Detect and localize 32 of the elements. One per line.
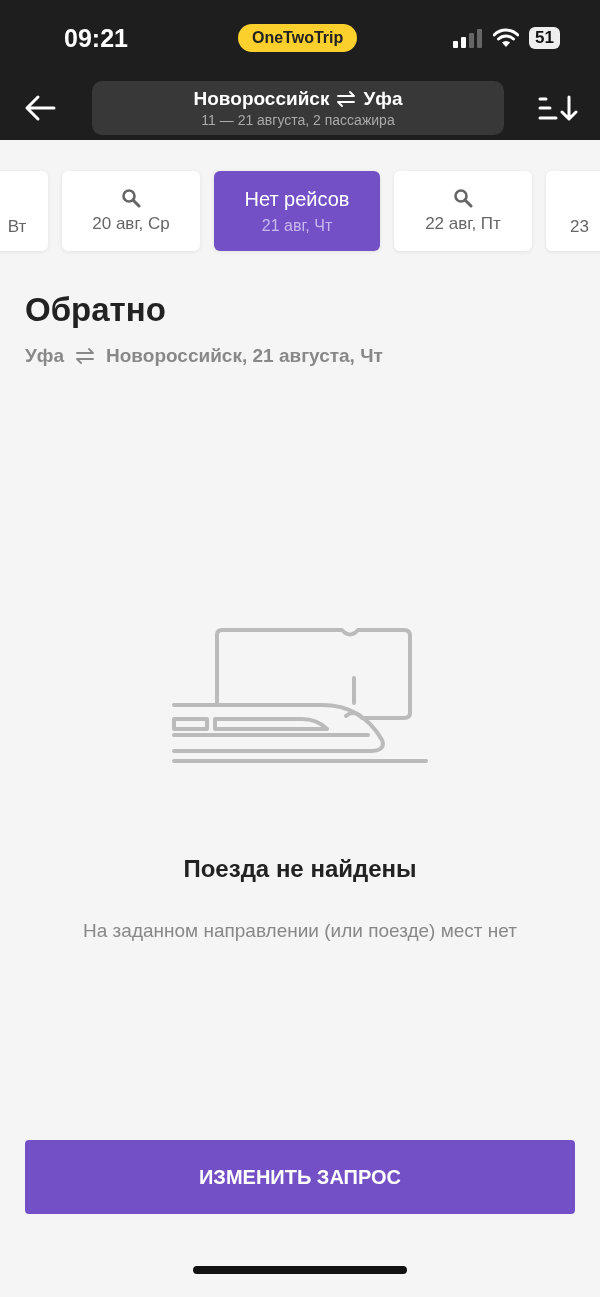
battery-level: 51 [529,27,560,49]
date-tab[interactable]: Нет рейсов 21 авг, Чт [214,171,380,251]
wifi-icon [493,28,520,48]
back-arrow-icon [24,94,56,122]
empty-state-message: На заданном направлении (или поезде) мест нет [82,919,518,943]
route-origin: Новороссийск [193,88,330,110]
swap-arrows-icon [335,91,358,107]
route-origin: Уфа [25,345,64,367]
sort-button[interactable] [538,94,578,122]
date-tab[interactable]: 22 авг, Пт [394,171,532,251]
tab-date: Вт [7,217,27,237]
tab-date: 20 авг, Ср [92,214,170,234]
app-badge: OneTwoTrip [238,24,358,52]
status-time: 09:21 [64,23,129,53]
section-title: Обратно [25,291,167,329]
change-search-button[interactable]: ИЗМЕНИТЬ ЗАПРОС [25,1140,575,1214]
swap-arrows-icon [74,348,96,364]
tab-status: Нет рейсов [244,187,350,211]
tab-date: 23 [570,217,589,237]
route-destination-date: Новороссийск, 21 августа, Чт [106,345,383,367]
empty-state-title: Поезда не найдены [183,855,417,883]
route-summary[interactable]: Новороссийск Уфа 11 — 21 августа, 2 пассажира [92,81,504,135]
route-destination: Уфа [363,88,403,110]
date-tab[interactable]: 23 [546,171,600,251]
sort-icon [538,94,578,122]
date-tab[interactable]: Вт [0,171,48,251]
back-button[interactable] [24,94,56,122]
tab-date: 22 авг, Пт [425,214,501,234]
trip-details: 11 — 21 августа, 2 пассажира [201,112,395,128]
tab-date: 21 авг, Чт [261,216,333,235]
date-tab[interactable]: 20 авг, Ср [62,171,200,251]
signal-icon [453,28,484,48]
